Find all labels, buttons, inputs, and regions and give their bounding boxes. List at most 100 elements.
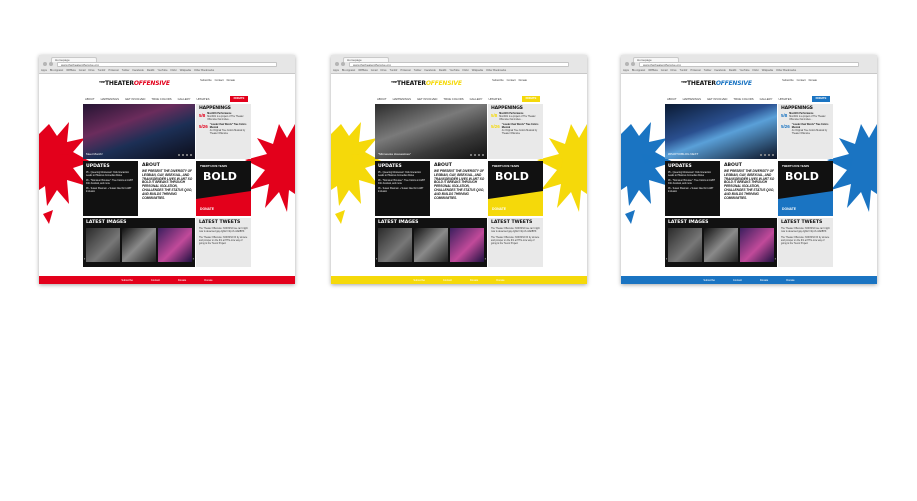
update-item[interactable]: 05 - Queering Montessori: Kids Interacti… xyxy=(668,172,717,178)
bookmark-item[interactable]: Reddit xyxy=(729,68,737,73)
slide-dot[interactable] xyxy=(181,153,184,156)
bookmark-item[interactable]: Tumblr xyxy=(390,68,398,73)
top-link-donate[interactable]: Donate xyxy=(519,79,527,82)
hero-slideshow[interactable]: #PHOTO/BLOG NEXT xyxy=(665,104,777,159)
tweet-item[interactable]: The Theater Offensive: NOKISSO we can't … xyxy=(781,228,830,234)
bookmark-item[interactable]: Drive xyxy=(671,68,677,73)
bookmark-item[interactable]: Apps xyxy=(333,68,339,73)
bookmark-item[interactable]: Pinterest xyxy=(401,68,411,73)
nav-updates[interactable]: Updates xyxy=(196,97,209,101)
footer-link-subscribe[interactable]: Subscribe xyxy=(703,279,715,282)
update-item[interactable]: 06 - "Monsieur Brousse": True Colors at … xyxy=(86,180,135,186)
back-icon[interactable] xyxy=(335,62,339,66)
top-link-subscribe[interactable]: Subscribe xyxy=(200,79,212,82)
slide-dot[interactable] xyxy=(477,153,480,156)
nav-about[interactable]: About xyxy=(377,97,387,101)
bookmark-item[interactable]: Twitter xyxy=(414,68,422,73)
event-item[interactable]: 5/26 "Louder than Words" True Colors Mus… xyxy=(781,124,830,136)
update-item[interactable]: 06 - Susan Shannon + Susan Noel for LGBT… xyxy=(86,188,135,194)
bookmark-item[interactable]: Facebook xyxy=(132,68,143,73)
slide-dot[interactable] xyxy=(469,153,472,156)
slide-dot[interactable] xyxy=(189,153,192,156)
bookmark-item[interactable]: YouTube xyxy=(157,68,167,73)
update-item[interactable]: 05 - Queering Montessori: Kids Interacti… xyxy=(378,172,427,178)
gallery-image[interactable] xyxy=(158,228,192,262)
nav-happenings[interactable]: Happenings xyxy=(101,97,119,101)
bold-donate-panel[interactable]: TWENTY-FIVE YEARS BOLD DONATE xyxy=(778,161,833,216)
footer-link-contact[interactable]: Contact xyxy=(733,279,742,282)
footer-link-subscribe[interactable]: Subscribe xyxy=(413,279,425,282)
event-item[interactable]: 5/8 Month01 Performance Month01 is a proj… xyxy=(781,113,830,122)
forward-icon[interactable] xyxy=(631,62,635,66)
nav-gallery[interactable]: Gallery xyxy=(178,97,191,101)
tweet-item[interactable]: The Theater Offensive: NOKISSO IF by sin… xyxy=(781,237,830,246)
site-logo[interactable]: THETHEATEROFFENSIVE xyxy=(391,80,462,87)
bookmark-item[interactable]: Wikipedia xyxy=(762,68,773,73)
bookmark-item[interactable]: Other Bookmarks xyxy=(486,68,506,73)
bookmark-item[interactable]: Apps xyxy=(41,68,47,73)
footer-link-contact[interactable]: Contact xyxy=(443,279,452,282)
bookmark-item[interactable]: Other Bookmarks xyxy=(194,68,214,73)
address-bar[interactable]: www.thetheateroffensive.org xyxy=(57,62,277,67)
site-logo[interactable]: THETHEATEROFFENSIVE xyxy=(99,80,170,87)
top-link-contact[interactable]: Contact xyxy=(507,79,516,82)
top-link-contact[interactable]: Contact xyxy=(215,79,224,82)
footer-link-donate[interactable]: Donate xyxy=(178,279,186,282)
bookmark-item[interactable]: Blu Apparel xyxy=(50,68,63,73)
bookmark-item[interactable]: Apps xyxy=(623,68,629,73)
nav-get-involved[interactable]: Get Involved xyxy=(417,97,437,101)
event-item[interactable]: 5/8 Month01 Performance Month01 is a proj… xyxy=(199,113,248,122)
gallery-image[interactable] xyxy=(740,228,774,262)
footer-link-contact[interactable]: Contact xyxy=(151,279,160,282)
gallery-image[interactable] xyxy=(704,228,738,262)
top-link-subscribe[interactable]: Subscribe xyxy=(782,79,794,82)
forward-icon[interactable] xyxy=(49,62,53,66)
nav-happenings[interactable]: Happenings xyxy=(683,97,701,101)
bookmark-item[interactable]: Wikipedia xyxy=(180,68,191,73)
nav-true-colors[interactable]: True Colors xyxy=(151,97,171,101)
update-item[interactable]: 06 - Susan Shannon + Susan Noel for LGBT… xyxy=(378,188,427,194)
hero-slideshow[interactable]: Meet Month! xyxy=(83,104,195,159)
footer-link-subscribe[interactable]: Subscribe xyxy=(121,279,133,282)
slide-dot[interactable] xyxy=(177,153,180,156)
bold-donate-panel[interactable]: TWENTY-FIVE YEARS BOLD DONATE xyxy=(488,161,543,216)
bookmark-item[interactable]: WPBeta xyxy=(66,68,76,73)
bookmark-item[interactable]: Drive xyxy=(381,68,387,73)
address-bar[interactable]: www.thetheateroffensive.org xyxy=(639,62,859,67)
bookmark-item[interactable]: Blu Apparel xyxy=(342,68,355,73)
bookmark-item[interactable]: Facebook xyxy=(424,68,435,73)
back-icon[interactable] xyxy=(43,62,47,66)
gallery-image[interactable] xyxy=(668,228,702,262)
nav-true-colors[interactable]: True Colors xyxy=(733,97,753,101)
gallery-image[interactable] xyxy=(122,228,156,262)
gallery-image[interactable] xyxy=(378,228,412,262)
footer-link-donate-2[interactable]: Donate xyxy=(786,279,794,282)
footer-link-donate-2[interactable]: Donate xyxy=(496,279,504,282)
event-item[interactable]: 5/26 "Louder than Words" True Colors Mus… xyxy=(199,124,248,136)
nav-gallery[interactable]: Gallery xyxy=(470,97,483,101)
bookmark-item[interactable]: Gmail xyxy=(371,68,378,73)
bold-donate-link[interactable]: DONATE xyxy=(782,207,796,211)
nav-happenings[interactable]: Happenings xyxy=(393,97,411,101)
nav-gallery[interactable]: Gallery xyxy=(760,97,773,101)
bookmark-item[interactable]: Tumblr xyxy=(98,68,106,73)
bookmark-item[interactable]: Twitter xyxy=(122,68,130,73)
slide-dot[interactable] xyxy=(759,153,762,156)
slide-dot[interactable] xyxy=(767,153,770,156)
top-link-subscribe[interactable]: Subscribe xyxy=(492,79,504,82)
bookmark-item[interactable]: Blu Apparel xyxy=(632,68,645,73)
bold-donate-panel[interactable]: TWENTY-FIVE YEARS BOLD DONATE xyxy=(196,161,251,216)
event-item[interactable]: 5/26 "Louder than Words" True Colors Mus… xyxy=(491,124,540,136)
carousel-prev-icon[interactable]: ‹ xyxy=(666,256,667,261)
nav-updates[interactable]: Updates xyxy=(778,97,791,101)
bookmark-item[interactable]: WPBeta xyxy=(648,68,658,73)
address-bar[interactable]: www.thetheateroffensive.org xyxy=(349,62,569,67)
bookmark-item[interactable]: Flickr xyxy=(753,68,759,73)
carousel-prev-icon[interactable]: ‹ xyxy=(376,256,377,261)
bookmark-item[interactable]: Twitter xyxy=(704,68,712,73)
bookmark-item[interactable]: Other Bookmarks xyxy=(776,68,796,73)
nav-about[interactable]: About xyxy=(667,97,677,101)
tweet-item[interactable]: The Theater Offensive: NOKISSO IF by sin… xyxy=(199,237,248,246)
donate-button[interactable]: DONATE xyxy=(522,96,540,102)
tweet-item[interactable]: The Theater Offensive: NOKISSO we can't … xyxy=(199,228,248,234)
